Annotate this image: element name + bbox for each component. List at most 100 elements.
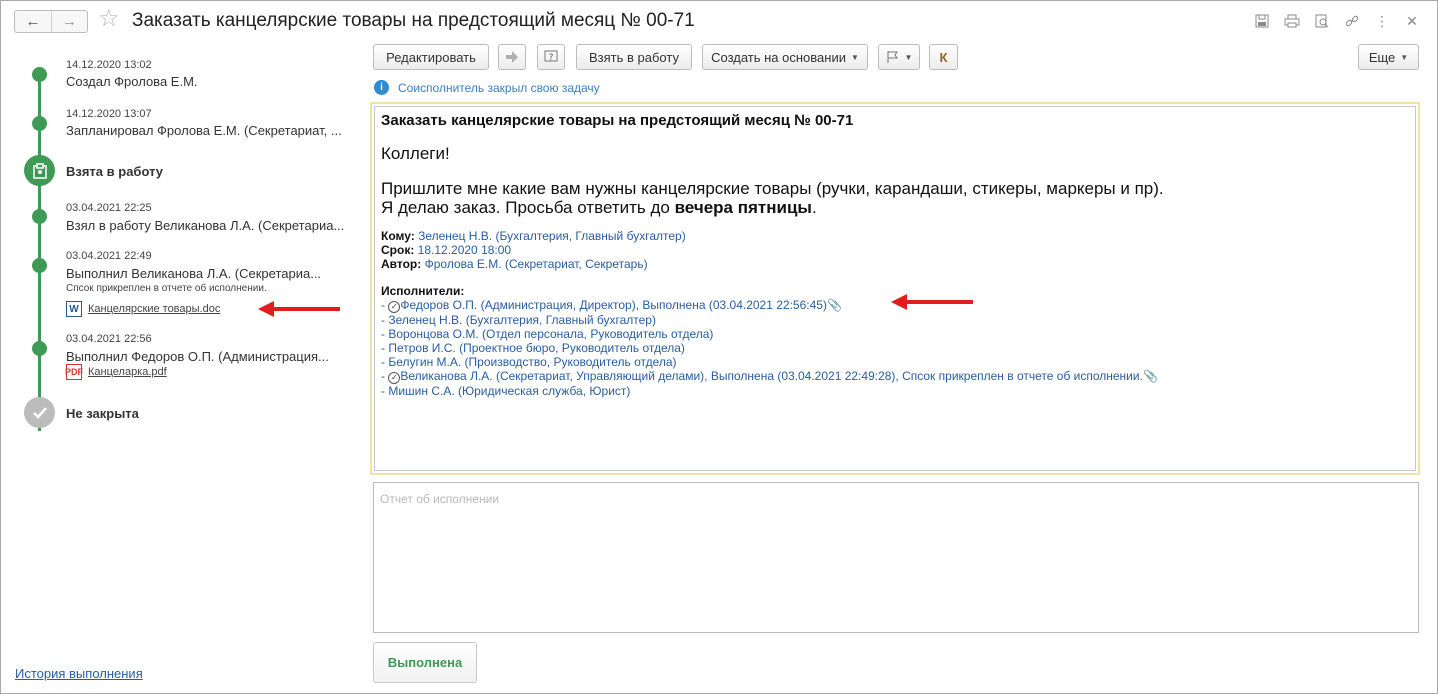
executor-row[interactable]: - Зеленец Н.В. (Бухгалтерия, Главный бух…: [381, 313, 1409, 327]
event-text: Запланировал Фролова Е.М. (Секретариат, …: [66, 123, 342, 138]
timeline-dot: [32, 67, 47, 82]
file-link[interactable]: Канцелярские товары.doc: [88, 303, 220, 315]
event-date: 03.04.2021 22:49: [66, 250, 152, 262]
pdf-file-icon: PDF: [65, 364, 83, 380]
timeline-dot: [32, 209, 47, 224]
event-date: 14.12.2020 13:02: [66, 59, 152, 71]
status-label: Не закрыта: [66, 406, 139, 421]
help-button[interactable]: ?: [537, 44, 565, 70]
executor-row[interactable]: - Мишин С.А. (Юридическая служба, Юрист): [381, 384, 1409, 398]
executor-row[interactable]: - ✓ Великанова Л.А. (Секретариат, Управля…: [381, 369, 1409, 384]
attached-file[interactable]: PDF Канцеларка.pdf: [65, 364, 167, 380]
event-text: Выполнил Великанова Л.А. (Секретариа...: [66, 266, 322, 281]
mark-done-button[interactable]: Выполнена: [373, 642, 477, 683]
flag-icon: [887, 51, 898, 63]
forward-button[interactable]: →: [51, 11, 87, 32]
red-arrow-annotation: [258, 301, 340, 317]
meta-due: Срок: 18.12.2020 18:00: [381, 243, 1409, 257]
event-text: Создал Фролова Е.М.: [66, 74, 198, 89]
arrow-right-icon: →: [62, 13, 77, 30]
svg-text:?: ?: [549, 53, 554, 63]
executor-text[interactable]: Мишин С.А. (Юридическая служба, Юрист): [388, 384, 630, 398]
question-icon: ?: [544, 50, 558, 63]
executors-list: - ✓ Федоров О.П. (Администрация, Директор…: [381, 298, 1409, 398]
meta-value: 18.12.2020 18:00: [417, 243, 512, 257]
timeline-dot: [32, 341, 47, 356]
check-icon: ✓: [388, 301, 401, 313]
meta-label: Срок:: [381, 243, 415, 257]
preview-icon[interactable]: [1311, 11, 1333, 31]
attached-file[interactable]: W Канцелярские товары.doc: [66, 301, 220, 317]
save-icon[interactable]: [1251, 11, 1273, 31]
create-based-label: Создать на основании: [711, 49, 846, 65]
event-date: 03.04.2021 22:56: [66, 333, 152, 345]
more-menu-icon[interactable]: ⋮: [1371, 11, 1393, 31]
event-date: 14.12.2020 13:07: [66, 108, 152, 120]
back-button[interactable]: ←: [15, 11, 51, 32]
timeline-dot: [32, 116, 47, 131]
event-text: Выполнил Федоров О.П. (Администрация...: [66, 349, 329, 364]
meta-author: Автор: Фролова Е.М. (Секретариат, Секрет…: [381, 257, 1409, 271]
executor-row[interactable]: - Воронцова О.М. (Отдел персонала, Руков…: [381, 327, 1409, 341]
timeline-dot: [32, 258, 47, 273]
info-icon: i: [374, 80, 389, 95]
title-bar: ← → ☆ Заказать канцелярские товары на пр…: [1, 1, 1437, 41]
chevron-down-icon: ▼: [850, 52, 859, 62]
navigation-buttons: ← →: [14, 10, 88, 33]
execution-report-field[interactable]: Отчет об исполнении: [373, 482, 1419, 633]
file-link[interactable]: Канцеларка.pdf: [88, 366, 167, 378]
forward-action-button[interactable]: [498, 44, 526, 70]
word-file-icon: W: [66, 301, 82, 317]
close-icon[interactable]: ✕: [1401, 11, 1423, 31]
executor-row[interactable]: - Белугин М.А. (Производство, Руководите…: [381, 355, 1409, 369]
in-progress-icon: [24, 155, 55, 186]
report-placeholder: Отчет об исполнении: [380, 492, 500, 506]
info-text: Соисполнитель закрыл свою задачу: [398, 80, 600, 95]
meta-value[interactable]: Фролова Е.М. (Секретариат, Секретарь): [425, 257, 648, 271]
arrow-left-icon: ←: [25, 13, 41, 30]
task-description-content: Заказать канцелярские товары на предстоя…: [374, 106, 1416, 471]
body-text: Я делаю заказ. Просьба ответить до: [381, 198, 675, 217]
event-text: Взял в работу Великанова Л.А. (Секретари…: [66, 218, 345, 233]
flag-button[interactable]: ▼: [878, 44, 920, 70]
info-message: i Соисполнитель закрыл свою задачу: [374, 80, 600, 95]
body-text: .: [811, 198, 817, 217]
status-label: Взята в работу: [66, 164, 163, 179]
chevron-down-icon: ▼: [904, 52, 913, 62]
body-line: Пришлите мне какие вам нужны канцелярски…: [381, 179, 1164, 198]
meta-to: Кому: Зеленец Н.В. (Бухгалтерия, Главный…: [381, 229, 1409, 243]
k-button[interactable]: К: [929, 44, 958, 70]
take-to-work-button[interactable]: Взять в работу: [576, 44, 692, 70]
executor-text[interactable]: Зеленец Н.В. (Бухгалтерия, Главный бухга…: [388, 313, 656, 327]
executor-text[interactable]: Петров И.С. (Проектное бюро, Руководител…: [388, 341, 685, 355]
history-link[interactable]: История выполнения: [15, 666, 143, 681]
paperclip-icon[interactable]: 📎: [1143, 369, 1158, 383]
doc-body: Пришлите мне какие вам нужны канцелярски…: [381, 179, 1409, 217]
executor-row[interactable]: - Петров И.С. (Проектное бюро, Руководит…: [381, 341, 1409, 355]
print-icon[interactable]: [1281, 11, 1303, 31]
executor-text[interactable]: Великанова Л.А. (Секретариат, Управляющи…: [400, 369, 1143, 383]
forward-arrow-icon: [506, 51, 518, 63]
chevron-down-icon: ▼: [1400, 52, 1409, 62]
create-based-on-button[interactable]: Создать на основании ▼: [702, 44, 868, 70]
meta-value[interactable]: Зеленец Н.В. (Бухгалтерия, Главный бухга…: [418, 229, 686, 243]
more-button[interactable]: Еще ▼: [1358, 44, 1419, 70]
doc-greeting: Коллеги!: [381, 144, 450, 163]
task-window: ← → ☆ Заказать канцелярские товары на пр…: [0, 0, 1438, 694]
executor-text[interactable]: Федоров О.П. (Администрация, Директор), …: [400, 298, 827, 312]
check-circle-icon: [24, 397, 55, 428]
event-date: 03.04.2021 22:25: [66, 202, 152, 214]
link-icon[interactable]: [1341, 11, 1363, 31]
edit-button[interactable]: Редактировать: [373, 44, 489, 70]
task-description-panel: Заказать канцелярские товары на предстоя…: [370, 102, 1420, 475]
meta-label: Автор:: [381, 257, 422, 271]
event-note: Спсок прикреплен в отчете об исполнении.: [66, 283, 267, 294]
window-actions: ⋮ ✕: [1251, 11, 1423, 31]
meta-label: Кому:: [381, 229, 415, 243]
doc-title: Заказать канцелярские товары на предстоя…: [381, 112, 854, 129]
favorite-star-icon[interactable]: ☆: [98, 7, 120, 31]
history-timeline: 14.12.2020 13:02 Создал Фролова Е.М. 14.…: [1, 41, 361, 661]
paperclip-icon[interactable]: 📎: [827, 298, 842, 312]
executor-text[interactable]: Белугин М.А. (Производство, Руководитель…: [388, 355, 676, 369]
executor-text[interactable]: Воронцова О.М. (Отдел персонала, Руковод…: [388, 327, 713, 341]
